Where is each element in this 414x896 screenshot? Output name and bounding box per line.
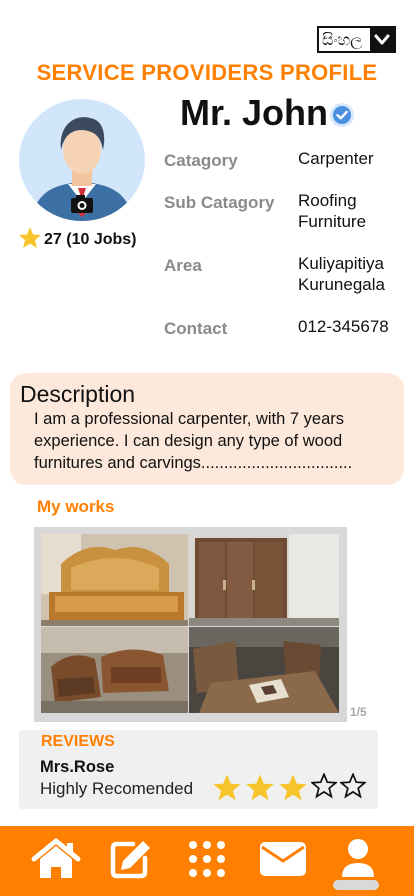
verified-badge-icon	[329, 102, 355, 128]
category-value: Carpenter	[298, 149, 374, 168]
reviews-title: REVIEWS	[41, 733, 115, 750]
mail-icon	[259, 841, 307, 882]
provider-rating: 27 (10 Jobs)	[18, 226, 136, 254]
contact-label: Contact	[164, 319, 228, 338]
provider-rating-text: 27 (10 Jobs)	[44, 231, 137, 248]
chevron-down-icon	[370, 28, 394, 51]
works-gallery[interactable]	[34, 527, 347, 722]
reviewer-name: Mrs.Rose	[40, 758, 115, 776]
language-select-value: සිංහල	[322, 30, 363, 49]
edit-icon	[109, 838, 153, 885]
nav-edit[interactable]	[103, 833, 159, 889]
avatar[interactable]	[18, 98, 146, 222]
review-text: Highly Recomended	[40, 779, 194, 798]
star-empty-icon	[338, 772, 368, 808]
area-value: Kuliyapitiya Kurunegala	[298, 254, 385, 294]
nav-menu[interactable]	[179, 833, 235, 889]
category-label: Catagory	[164, 151, 238, 170]
star-filled-icon	[212, 773, 242, 808]
page-title: SERVICE PROVIDERS PROFILE	[36, 60, 378, 85]
nav-messages[interactable]	[255, 833, 311, 889]
work-photo-table[interactable]	[189, 627, 339, 713]
sub-category-value: Roofing Furniture	[298, 191, 367, 231]
provider-name: Mr. John	[180, 92, 329, 133]
my-works-title: My works	[37, 497, 115, 516]
area-label: Area	[164, 256, 202, 275]
star-filled-icon	[278, 773, 308, 808]
star-empty-icon	[309, 772, 339, 808]
language-select[interactable]: සිංහල	[317, 26, 396, 53]
star-icon	[18, 226, 42, 254]
work-photo-sofa[interactable]	[41, 627, 188, 713]
description-text: I am a professional carpenter, with 7 ye…	[34, 410, 353, 472]
reviews-card: REVIEWS Mrs.Rose Highly Recomended	[19, 730, 378, 809]
profile-icon	[338, 837, 378, 886]
home-icon	[30, 837, 82, 886]
active-tab-indicator	[333, 880, 379, 890]
description-title: Description	[20, 381, 136, 407]
sub-category-label: Sub Catagory	[164, 193, 275, 212]
nav-home[interactable]	[28, 833, 84, 889]
work-photo-wardrobe[interactable]	[189, 534, 339, 626]
description-card: Description I am a professional carpente…	[10, 373, 404, 485]
review-rating	[212, 772, 368, 808]
star-filled-icon	[245, 773, 275, 808]
work-photo-bed[interactable]	[41, 534, 188, 626]
contact-value[interactable]: 012-345678	[298, 316, 389, 337]
gallery-counter: 1/5	[350, 705, 367, 719]
grid-icon	[187, 839, 227, 884]
